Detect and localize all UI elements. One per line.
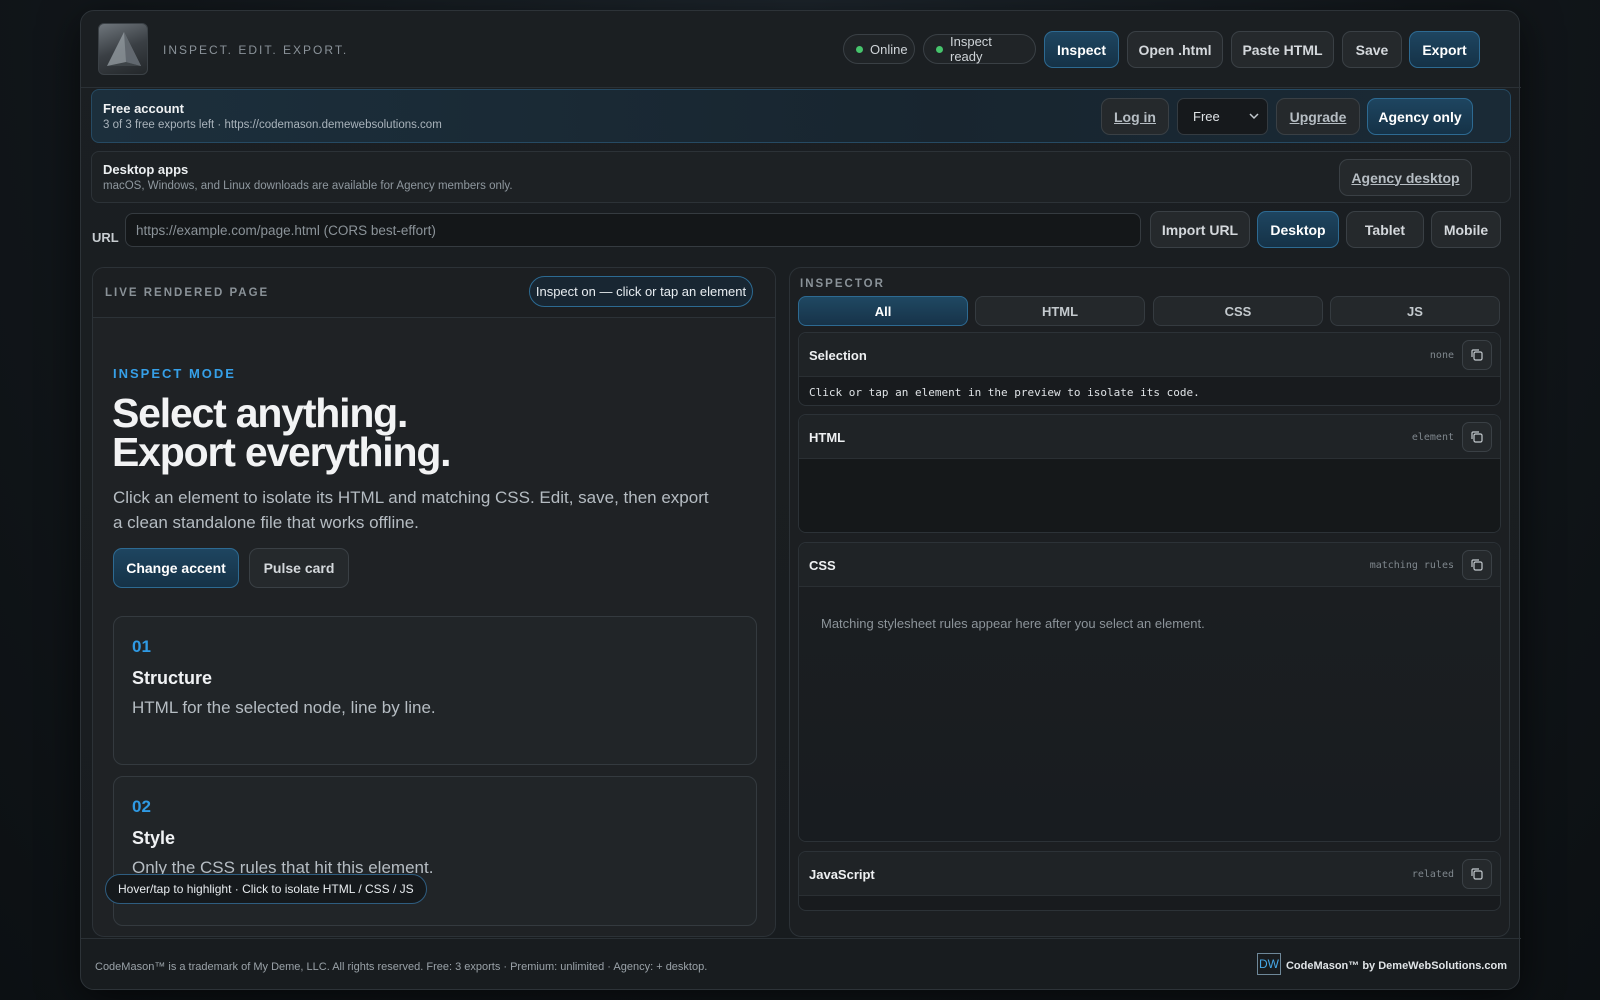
save-button[interactable]: Save — [1342, 31, 1402, 68]
preview-title: LIVE RENDERED PAGE — [105, 287, 270, 299]
account-title: Free account — [103, 101, 184, 116]
css-title: CSS — [809, 558, 836, 573]
feature-card[interactable]: 01 Structure HTML for the selected node,… — [113, 616, 757, 765]
plan-select-value: Free — [1193, 109, 1220, 124]
css-header: CSS matching rules — [799, 543, 1500, 587]
inspector-title: INSPECTOR — [800, 278, 885, 290]
inspect-ready-label: Inspect ready — [950, 34, 992, 64]
selection-title: Selection — [809, 348, 867, 363]
css-empty-message: Matching stylesheet rules appear here af… — [821, 616, 1205, 631]
card-description: HTML for the selected node, line by line… — [132, 698, 436, 717]
card-number: 02 — [132, 797, 151, 816]
tab-js[interactable]: JS — [1330, 296, 1500, 326]
js-title: JavaScript — [809, 867, 875, 882]
export-button[interactable]: Export — [1409, 31, 1480, 68]
online-dot-icon — [856, 46, 863, 53]
card-title: Structure — [132, 668, 213, 688]
js-section: JavaScript related — [798, 851, 1501, 911]
card-title: Style — [132, 828, 176, 848]
login-label: Log in — [1114, 108, 1156, 125]
tab-html[interactable]: HTML — [975, 296, 1145, 326]
card-number: 01 — [132, 637, 151, 656]
pulse-card-button[interactable]: Pulse card — [249, 548, 349, 588]
js-header: JavaScript related — [799, 852, 1500, 896]
desktop-apps-banner: Desktop apps macOS, Windows, and Linux d… — [91, 151, 1511, 203]
device-desktop-button[interactable]: Desktop — [1257, 211, 1339, 248]
agency-desktop-button[interactable]: Agency desktop — [1339, 159, 1472, 196]
login-button[interactable]: Log in — [1101, 98, 1169, 135]
preview-header: LIVE RENDERED PAGE Inspect on — click or… — [93, 268, 775, 318]
html-header: HTML element — [799, 415, 1500, 459]
copy-js-button[interactable] — [1462, 859, 1492, 889]
tab-all[interactable]: All — [798, 296, 968, 326]
html-code-area[interactable] — [799, 459, 1500, 532]
agency-only-button[interactable]: Agency only — [1367, 98, 1473, 135]
account-banner: Free account 3 of 3 free exports left · … — [91, 89, 1511, 143]
upgrade-label: Upgrade — [1289, 108, 1347, 125]
inspect-ready-badge: Inspect ready — [923, 34, 1036, 64]
selection-section: Selection none Click or tap an element i… — [798, 332, 1501, 406]
selection-tag: none — [1429, 350, 1454, 361]
live-preview-panel: LIVE RENDERED PAGE Inspect on — click or… — [92, 267, 776, 937]
desktop-apps-subtitle: macOS, Windows, and Linux downloads are … — [103, 180, 513, 192]
selection-header: Selection none — [799, 333, 1500, 377]
footer: CodeMason™ is a trademark of My Deme, LL… — [81, 938, 1521, 990]
css-section: CSS matching rules Matching stylesheet r… — [798, 542, 1501, 842]
dw-logo-icon: DW — [1257, 953, 1281, 975]
copy-selection-button[interactable] — [1462, 340, 1492, 370]
agency-desktop-label: Agency desktop — [1351, 169, 1460, 186]
hero-heading-line2: Export everything. — [112, 429, 452, 475]
app-tagline: INSPECT. EDIT. EXPORT. — [163, 43, 349, 57]
online-status-label: Online — [870, 41, 908, 57]
tab-css[interactable]: CSS — [1153, 296, 1323, 326]
app-logo-icon — [98, 23, 148, 75]
html-tag: element — [1411, 432, 1454, 443]
inspect-mode-label: INSPECT MODE — [113, 366, 236, 381]
inspect-status-pill[interactable]: Inspect on — click or tap an element — [529, 276, 753, 307]
app-window: INSPECT. EDIT. EXPORT. Online Inspect re… — [80, 10, 1521, 990]
hero-description: Click an element to isolate its HTML and… — [113, 488, 709, 532]
plan-select[interactable]: Free — [1177, 98, 1268, 135]
copy-icon — [1471, 349, 1483, 361]
account-subtitle: 3 of 3 free exports left · https://codem… — [103, 119, 442, 131]
selection-instructions: Click or tap an element in the preview t… — [809, 386, 1200, 399]
footer-legal: CodeMason™ is a trademark of My Deme, LL… — [95, 961, 708, 973]
chevron-down-icon — [1249, 113, 1259, 120]
copy-icon — [1471, 559, 1483, 571]
open-html-button[interactable]: Open .html — [1127, 31, 1223, 68]
url-label: URL — [92, 230, 119, 245]
upgrade-button[interactable]: Upgrade — [1276, 98, 1360, 135]
html-section: HTML element — [798, 414, 1501, 533]
copy-icon — [1471, 868, 1483, 880]
copy-html-button[interactable] — [1462, 422, 1492, 452]
inspector-panel: INSPECTOR All HTML CSS JS Selection none… — [789, 267, 1510, 937]
device-tablet-button[interactable]: Tablet — [1346, 211, 1424, 248]
copy-icon — [1471, 431, 1483, 443]
import-url-button[interactable]: Import URL — [1150, 211, 1250, 248]
hover-hint-pill: Hover/tap to highlight · Click to isolat… — [105, 874, 427, 904]
desktop-apps-title: Desktop apps — [103, 162, 189, 177]
copy-css-button[interactable] — [1462, 550, 1492, 580]
online-status-badge: Online — [843, 34, 915, 64]
inspect-ready-dot-icon — [936, 46, 943, 53]
paste-html-button[interactable]: Paste HTML — [1231, 31, 1334, 68]
inspect-button[interactable]: Inspect — [1044, 31, 1119, 68]
footer-brand: CodeMason™ by DemeWebSolutions.com — [1285, 960, 1507, 972]
device-mobile-button[interactable]: Mobile — [1431, 211, 1501, 248]
css-tag: matching rules — [1369, 560, 1454, 571]
html-title: HTML — [809, 430, 846, 445]
url-input[interactable]: https://example.com/page.html (CORS best… — [125, 213, 1141, 247]
js-tag: related — [1411, 869, 1454, 880]
top-bar: INSPECT. EDIT. EXPORT. Online Inspect re… — [81, 11, 1521, 88]
change-accent-button[interactable]: Change accent — [113, 548, 239, 588]
